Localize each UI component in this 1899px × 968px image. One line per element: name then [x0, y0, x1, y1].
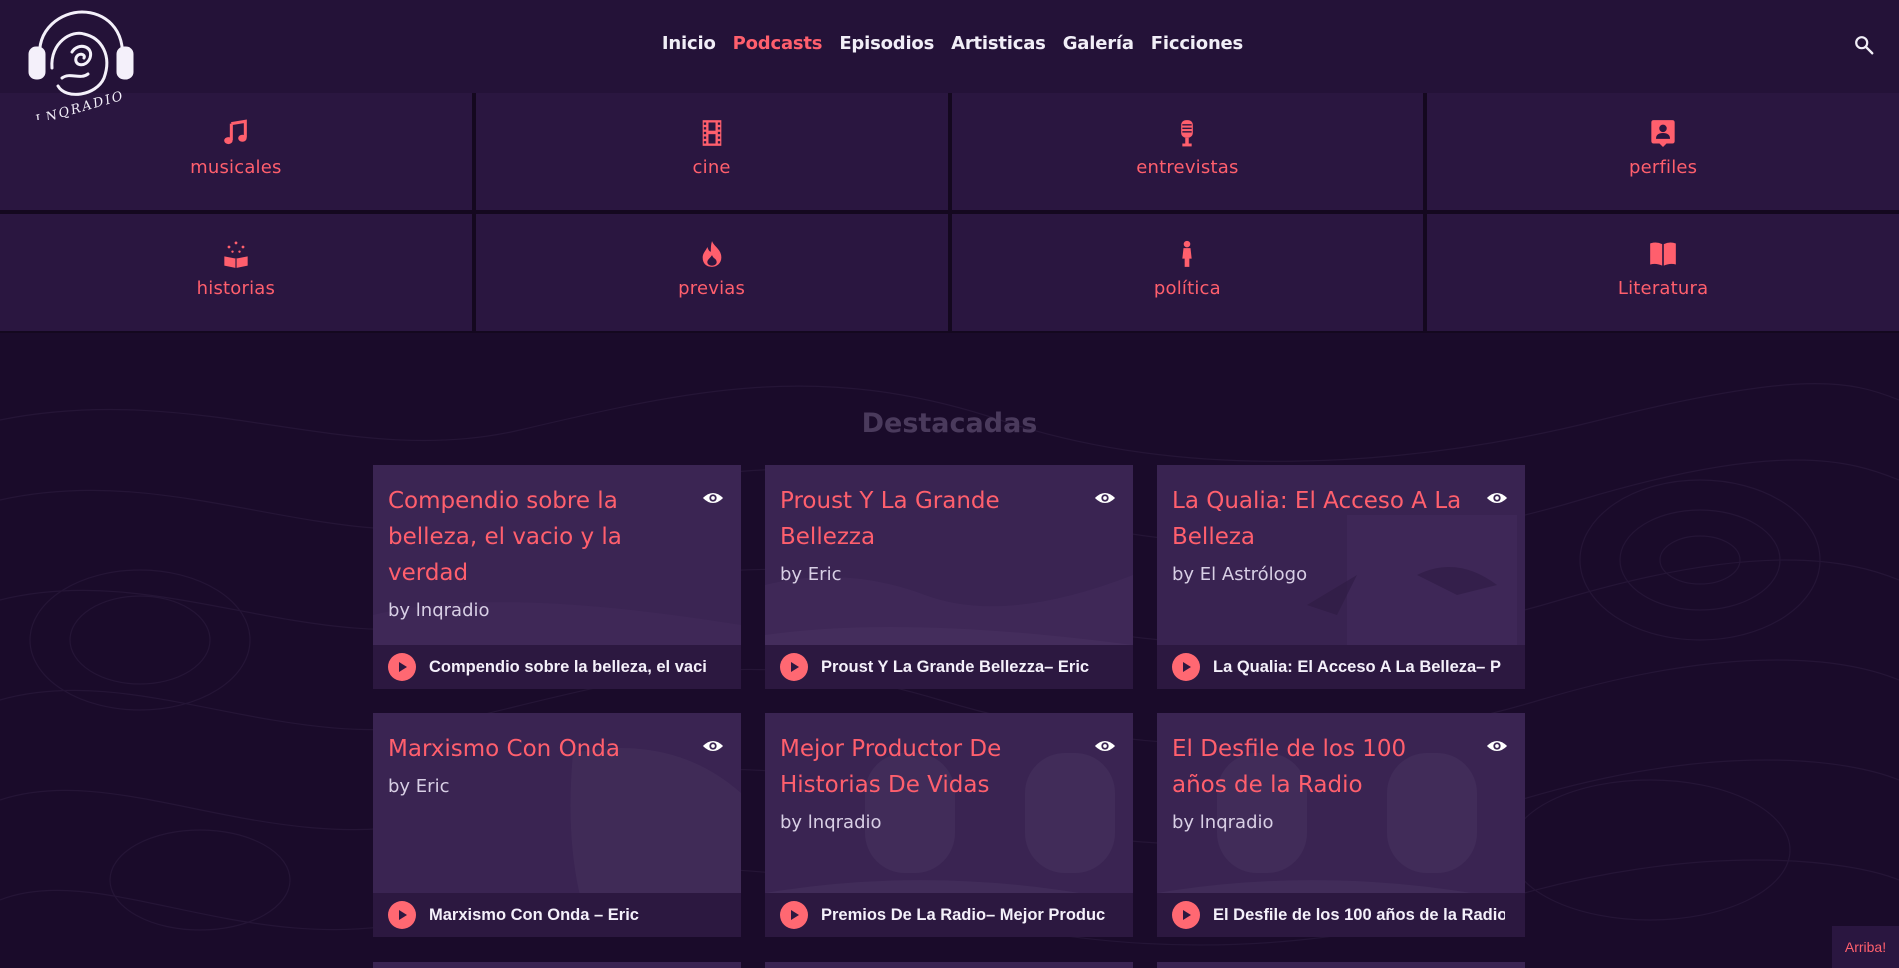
fire-icon: [702, 241, 721, 267]
podcast-card-partial[interactable]: [373, 962, 741, 968]
play-icon: [1183, 910, 1191, 920]
book-stars-icon: [224, 241, 248, 268]
podcast-card[interactable]: La Qualia: El Acceso A La Belleza by El …: [1157, 465, 1525, 689]
category-cine[interactable]: cine: [475, 93, 948, 210]
play-button[interactable]: [388, 653, 416, 681]
audio-player: La Qualia: El Acceso A La Belleza– P: [1157, 645, 1525, 689]
track-title: Compendio sobre la belleza, el vaci: [429, 657, 707, 676]
category-historias[interactable]: historias: [0, 214, 472, 331]
play-icon: [399, 910, 407, 920]
podcast-card[interactable]: Mejor Productor De Historias De Vidas by…: [765, 713, 1133, 937]
scroll-top-button[interactable]: Arriba!: [1832, 926, 1899, 968]
site-header: Inicio Podcasts Episodios Artisticas Gal…: [0, 0, 1899, 93]
profile-card-icon: [1651, 120, 1675, 147]
card-author[interactable]: by lnqradio: [388, 593, 678, 629]
play-button[interactable]: [388, 901, 416, 929]
play-icon: [791, 910, 799, 920]
play-button[interactable]: [780, 653, 808, 681]
nav-artisticas[interactable]: Artisticas: [951, 33, 1046, 54]
audio-player: El Desfile de los 100 años de la Radio: [1157, 893, 1525, 937]
featured-cards: Compendio sobre la belleza, el vacio y l…: [373, 465, 1525, 937]
card-title[interactable]: Marxismo Con Onda: [388, 736, 620, 762]
eye-icon[interactable]: [1486, 489, 1508, 507]
category-literatura[interactable]: Literatura: [1427, 214, 1899, 331]
podcast-card[interactable]: Compendio sobre la belleza, el vacio y l…: [373, 465, 741, 689]
podcast-card[interactable]: Marxismo Con Onda by Eric Marxismo Con O…: [373, 713, 741, 937]
main-nav: Inicio Podcasts Episodios Artisticas Gal…: [0, 33, 1899, 54]
category-label: musicales: [190, 157, 282, 178]
headphones-rose-logo[interactable]: LNQRADIO: [22, 8, 138, 120]
nav-ficciones[interactable]: Ficciones: [1151, 33, 1243, 54]
section-title: Destacadas: [861, 408, 1038, 439]
search-icon[interactable]: [1853, 34, 1875, 56]
category-previas[interactable]: previas: [475, 214, 948, 331]
nav-episodios[interactable]: Episodios: [839, 33, 934, 54]
audio-player: Proust Y La Grande Bellezza– Eric: [765, 645, 1133, 689]
category-politica[interactable]: política: [951, 214, 1424, 331]
category-entrevistas[interactable]: entrevistas: [951, 93, 1424, 210]
play-button[interactable]: [780, 901, 808, 929]
eye-icon[interactable]: [1486, 737, 1508, 755]
category-grid: musicales cine entrevistas perfiles hist…: [0, 93, 1899, 333]
play-button[interactable]: [1172, 901, 1200, 929]
play-button[interactable]: [1172, 653, 1200, 681]
card-title[interactable]: Compendio sobre la belleza, el vacio y l…: [388, 488, 622, 586]
card-author[interactable]: by El Astrólogo: [1172, 557, 1462, 593]
track-title: Marxismo Con Onda – Eric: [429, 905, 639, 924]
card-title[interactable]: El Desfile de los 100 años de la Radio: [1172, 736, 1406, 798]
microphone-icon: [1181, 120, 1194, 147]
category-label: perfiles: [1628, 157, 1698, 178]
eye-icon[interactable]: [1094, 489, 1116, 507]
podcast-card-partial[interactable]: [1157, 962, 1525, 968]
film-icon: [702, 120, 721, 146]
play-icon: [1183, 662, 1191, 672]
category-label: política: [1153, 278, 1221, 299]
play-icon: [791, 662, 799, 672]
track-title: El Desfile de los 100 años de la Radio: [1213, 905, 1505, 924]
card-author[interactable]: by Eric: [780, 557, 1070, 593]
podcast-card[interactable]: El Desfile de los 100 años de la Radio b…: [1157, 713, 1525, 937]
category-label: previas: [678, 278, 746, 299]
card-author[interactable]: by lnqradio: [1172, 805, 1462, 841]
audio-player: Premios De La Radio– Mejor Produc: [765, 893, 1133, 937]
category-label: cine: [692, 157, 731, 178]
track-title: Proust Y La Grande Bellezza– Eric: [821, 657, 1090, 676]
play-icon: [399, 662, 407, 672]
open-book-icon: [1650, 242, 1676, 266]
category-label: Literatura: [1617, 278, 1709, 299]
person-icon: [1182, 240, 1193, 267]
eye-icon[interactable]: [702, 489, 724, 507]
card-author[interactable]: by Eric: [388, 769, 678, 805]
music-note-icon: [224, 119, 247, 145]
card-title[interactable]: La Qualia: El Acceso A La Belleza: [1172, 488, 1461, 550]
category-label: entrevistas: [1136, 157, 1239, 178]
audio-player: Marxismo Con Onda – Eric: [373, 893, 741, 937]
nav-galeria[interactable]: Galería: [1063, 33, 1134, 54]
card-author[interactable]: by lnqradio: [780, 805, 1070, 841]
nav-inicio[interactable]: Inicio: [662, 33, 716, 54]
card-title[interactable]: Mejor Productor De Historias De Vidas: [780, 736, 1001, 798]
track-title: La Qualia: El Acceso A La Belleza– P: [1213, 657, 1501, 676]
audio-player: Compendio sobre la belleza, el vaci: [373, 645, 741, 689]
card-title[interactable]: Proust Y La Grande Bellezza: [780, 488, 1000, 550]
category-label: historias: [196, 278, 276, 299]
category-perfiles[interactable]: perfiles: [1427, 93, 1899, 210]
podcast-card[interactable]: Proust Y La Grande Bellezza by Eric Prou…: [765, 465, 1133, 689]
track-title: Premios De La Radio– Mejor Produc: [821, 905, 1106, 924]
podcast-card-partial[interactable]: [765, 962, 1133, 968]
eye-icon[interactable]: [702, 737, 724, 755]
eye-icon[interactable]: [1094, 737, 1116, 755]
nav-podcasts[interactable]: Podcasts: [733, 33, 823, 54]
